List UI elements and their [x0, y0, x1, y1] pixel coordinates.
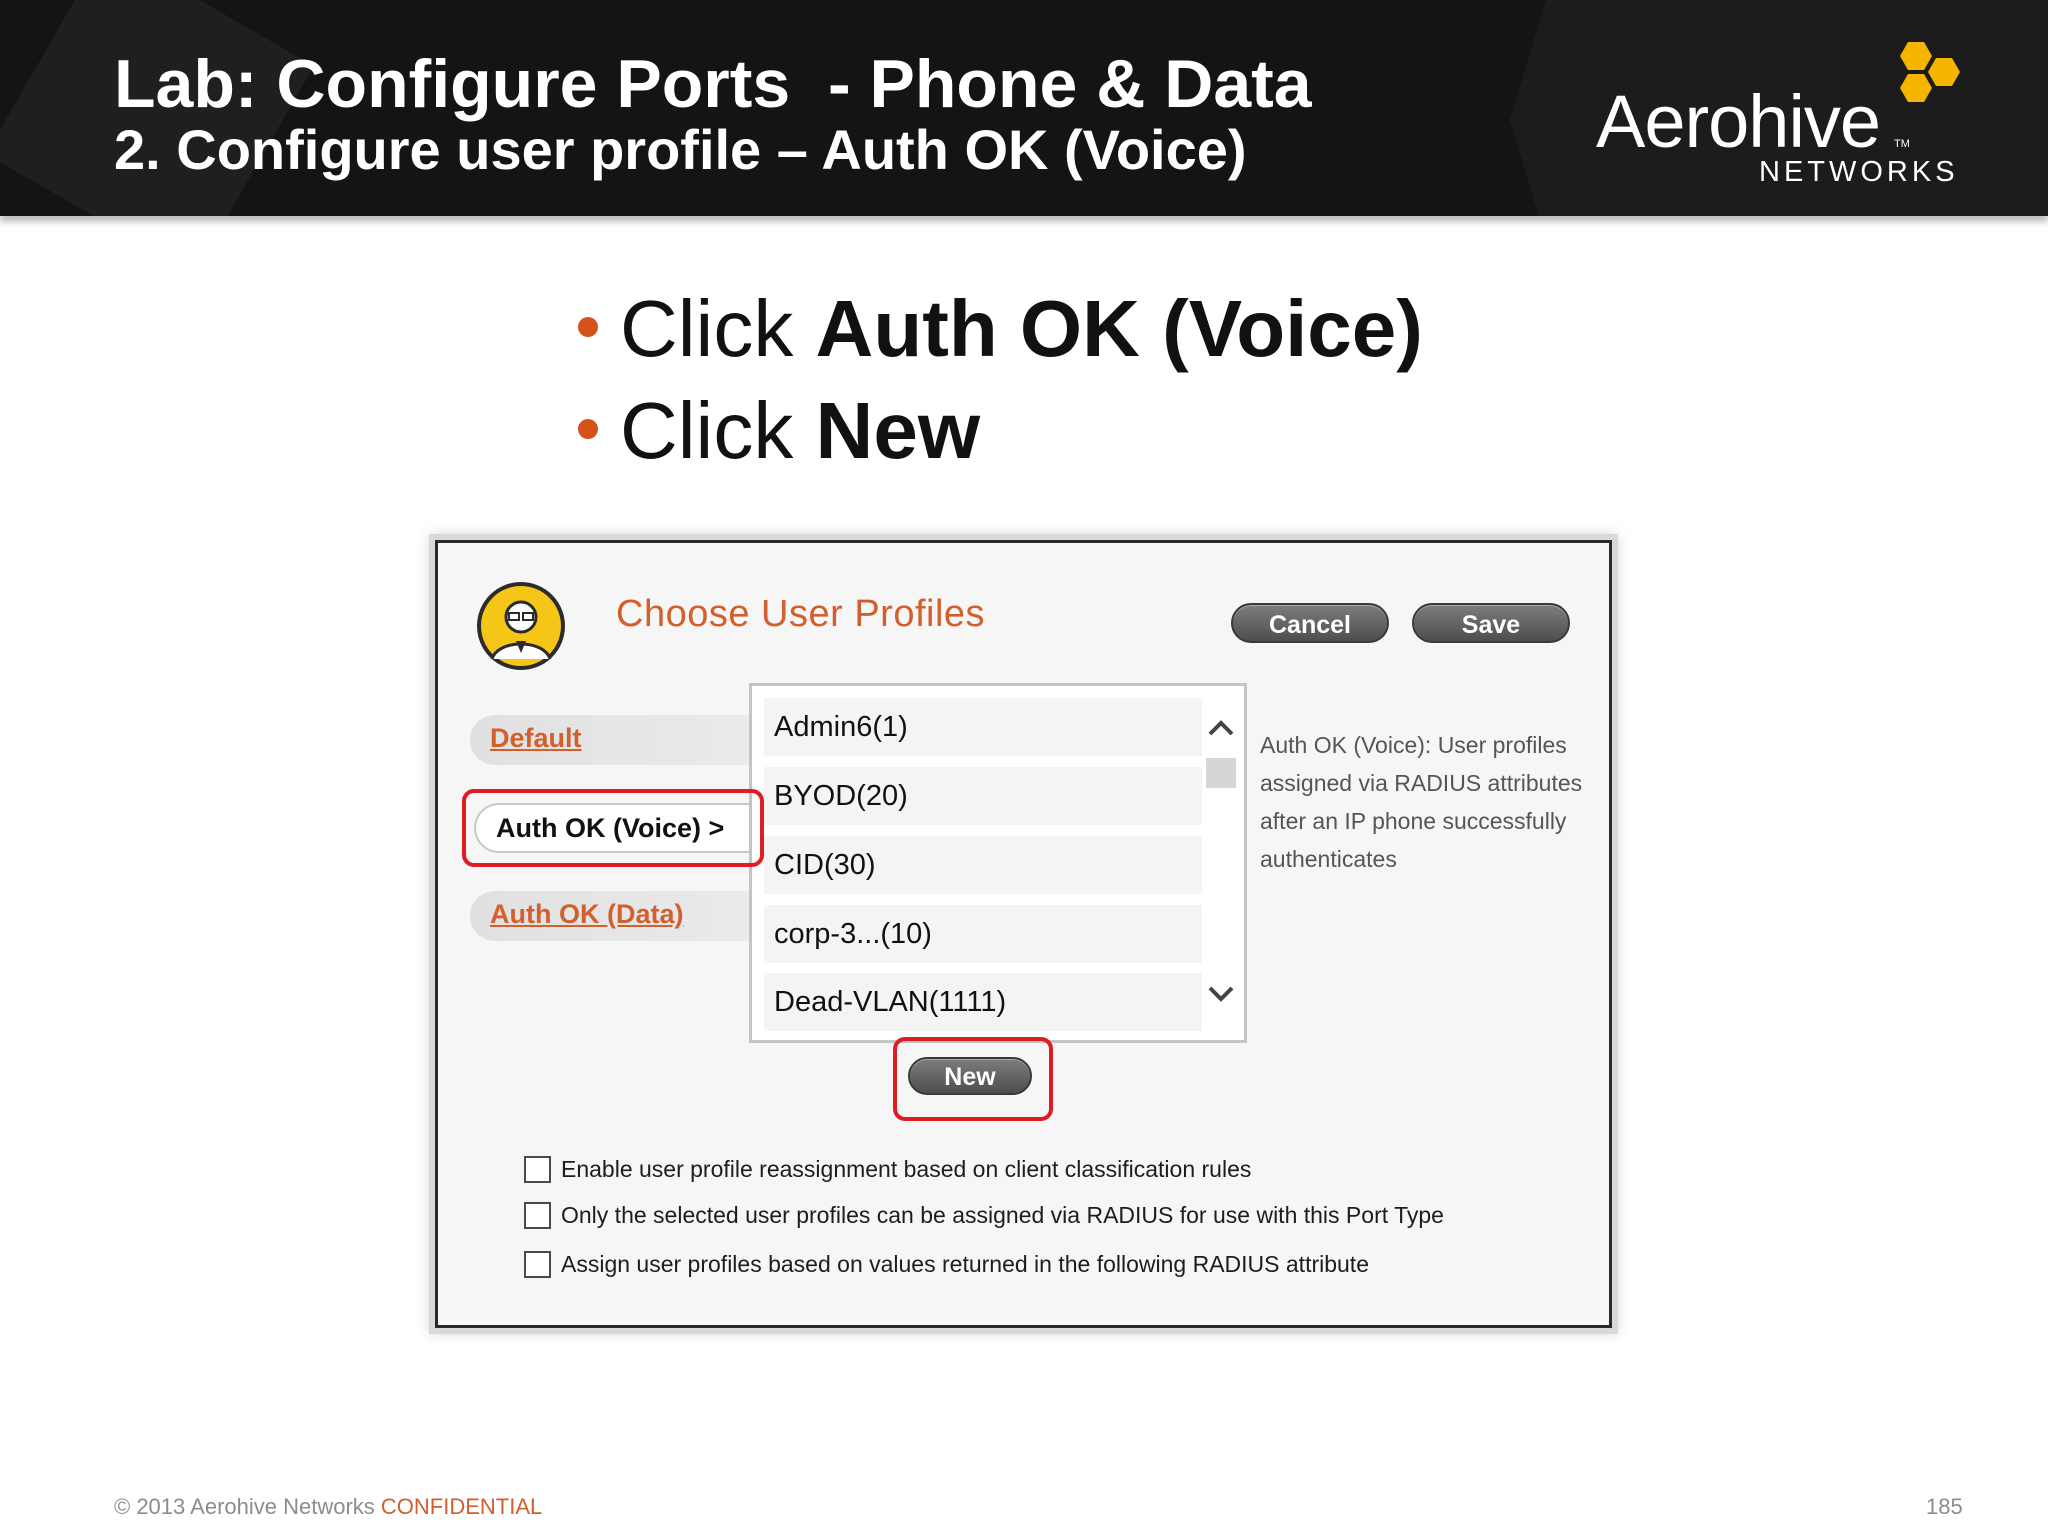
instruction-target: Auth OK (Voice) — [815, 284, 1423, 373]
highlight-box — [893, 1037, 1053, 1121]
user-profiles-dialog: Choose User Profiles Cancel Save Default… — [435, 540, 1612, 1328]
chevron-down-icon[interactable] — [1204, 982, 1238, 1006]
logo-wordmark: Aerohive — [1596, 80, 1881, 163]
profile-description: Auth OK (Voice): User profiles assigned … — [1260, 732, 1583, 872]
checkbox[interactable] — [524, 1250, 551, 1278]
option-radius-attribute[interactable]: Assign user profiles based on values ret… — [524, 1250, 1369, 1278]
tab-label: Default — [490, 723, 582, 753]
list-item[interactable]: BYOD(20) — [764, 767, 1202, 825]
copyright-text: © 2013 Aerohive Networks — [114, 1494, 381, 1519]
bullet-dot-icon — [578, 317, 598, 337]
list-item[interactable]: Admin6(1) — [764, 698, 1202, 756]
checkbox[interactable] — [524, 1155, 551, 1183]
checkbox[interactable] — [524, 1201, 551, 1229]
slide-header: Lab: Configure Ports - Phone & Data 2. C… — [0, 0, 2048, 216]
checkbox-label: Only the selected user profiles can be a… — [561, 1201, 1444, 1228]
instruction-prefix: Click — [620, 284, 816, 373]
logo-tagline: NETWORKS — [1759, 156, 1959, 188]
tab-default[interactable]: Default — [470, 715, 760, 765]
footer-copyright: © 2013 Aerohive Networks CONFIDENTIAL — [114, 1494, 542, 1520]
option-reassignment[interactable]: Enable user profile reassignment based o… — [524, 1155, 1251, 1183]
user-profile-list[interactable]: Admin6(1) BYOD(20) CID(30) corp-3...(10)… — [749, 683, 1247, 1043]
cancel-button[interactable]: Cancel — [1231, 603, 1389, 643]
list-item[interactable]: corp-3...(10) — [764, 905, 1202, 963]
list-item[interactable]: CID(30) — [764, 836, 1202, 894]
instruction-item: Click Auth OK (Voice) — [578, 278, 1423, 380]
instruction-item: Click New — [578, 380, 1423, 482]
tab-auth-ok-data[interactable]: Auth OK (Data) — [470, 891, 760, 941]
list-item[interactable]: Dead-VLAN(1111) — [764, 973, 1202, 1031]
page-number: 185 — [1926, 1494, 1963, 1519]
logo-trademark: TM — [1894, 138, 1910, 150]
dialog-title: Choose User Profiles — [616, 593, 986, 635]
highlight-box — [462, 789, 764, 867]
save-button[interactable]: Save — [1412, 603, 1570, 643]
bullet-dot-icon — [578, 419, 598, 439]
instruction-prefix: Click — [620, 386, 816, 475]
chevron-up-icon[interactable] — [1204, 716, 1238, 740]
slide-subtitle: 2. Configure user profile – Auth OK (Voi… — [114, 118, 1247, 181]
option-radius-only[interactable]: Only the selected user profiles can be a… — [524, 1201, 1444, 1229]
instruction-target: New — [815, 386, 981, 475]
slide-title: Lab: Configure Ports - Phone & Data — [114, 46, 1312, 122]
aerohive-logo: Aerohive TM NETWORKS — [1596, 40, 1976, 190]
instruction-list: Click Auth OK (Voice) Click New — [578, 278, 1423, 482]
checkbox-label: Assign user profiles based on values ret… — [561, 1250, 1369, 1277]
user-avatar-icon — [477, 582, 565, 670]
tab-label: Auth OK (Data) — [490, 899, 684, 929]
honeycomb-icon — [1900, 42, 1960, 102]
scrollbar-thumb[interactable] — [1206, 758, 1236, 788]
checkbox-label: Enable user profile reassignment based o… — [561, 1155, 1252, 1182]
confidential-label: CONFIDENTIAL — [380, 1494, 543, 1519]
